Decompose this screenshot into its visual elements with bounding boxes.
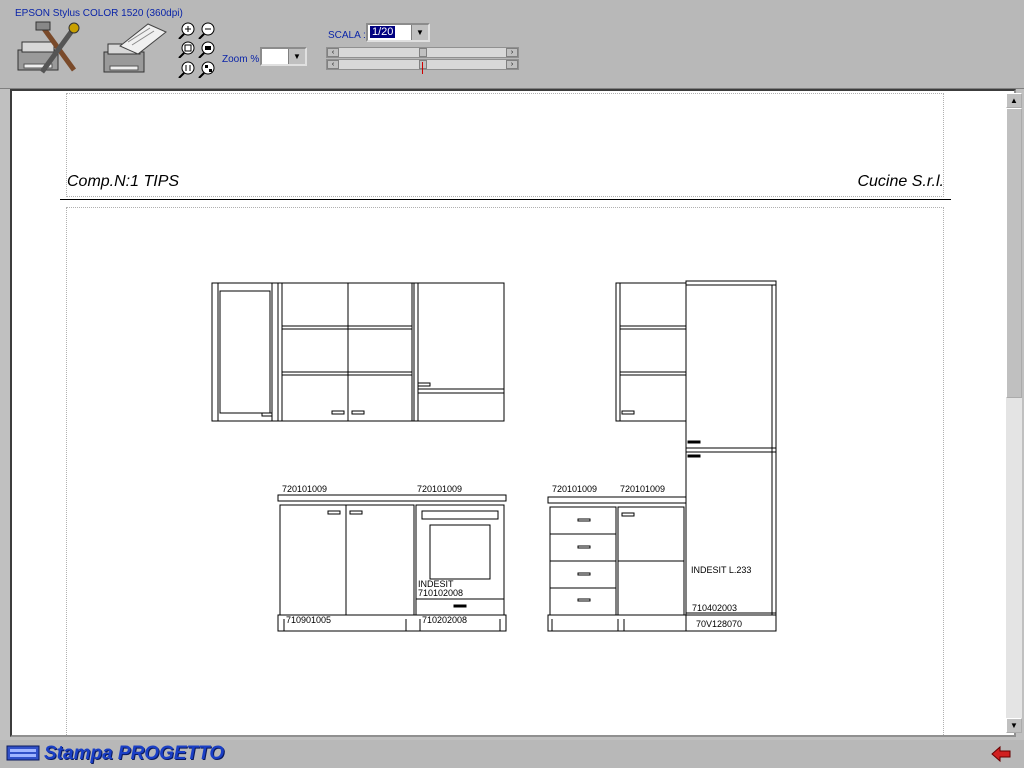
appliance-brand-label: INDESIT L.233 <box>691 565 751 575</box>
wall-unit-glass <box>211 282 279 422</box>
chevron-down-icon[interactable]: ▼ <box>411 25 428 40</box>
toolbar: EPSON Stylus COLOR 1520 (360dpi) Zoom % … <box>0 0 1024 89</box>
zoom-actual-icon[interactable] <box>198 40 216 58</box>
exit-icon[interactable] <box>990 744 1014 764</box>
kitchen-elevation-drawing: 720101009 720101009 720101009 720101009 … <box>211 280 777 632</box>
base-unit-oven <box>415 504 505 616</box>
zoom-fit-icon[interactable] <box>178 40 196 58</box>
slider-left-arrow-icon[interactable]: ‹ <box>327 48 339 57</box>
print-icon <box>103 23 167 73</box>
code-label: 710402003 <box>692 603 737 613</box>
printer-setup-icon <box>17 21 80 74</box>
vertical-scrollbar[interactable]: ▲ ▼ <box>1006 93 1022 733</box>
slider-left-arrow-icon[interactable]: ‹ <box>327 60 339 69</box>
zoom-in-icon[interactable] <box>178 21 196 39</box>
status-bar: Stampa PROGETTO <box>0 740 1024 768</box>
scale-value: 1/20 <box>370 26 396 38</box>
code-label: 710102008 <box>418 588 463 598</box>
slider-thumb[interactable] <box>419 60 427 69</box>
scale-label: SCALA : <box>328 30 366 41</box>
zoom-combo[interactable]: ▼ <box>260 47 307 66</box>
scroll-up-icon[interactable]: ▲ <box>1006 93 1022 108</box>
code-label: 720101009 <box>552 484 597 494</box>
scroll-thumb[interactable] <box>1006 108 1022 398</box>
slider-right-arrow-icon[interactable]: › <box>506 48 518 57</box>
code-label: 70V128070 <box>696 619 742 629</box>
print-preview-area[interactable]: Comp.N:1 TIPS Cucine S.r.l. 720101009 72… <box>10 89 1022 737</box>
zoom-page-icon[interactable] <box>178 60 196 78</box>
zoom-all-icon[interactable] <box>198 60 216 78</box>
slider-thumb[interactable] <box>419 48 427 57</box>
print-button[interactable] <box>98 20 168 82</box>
keyboard-icon <box>6 745 40 761</box>
scale-combo[interactable]: 1/20 ▼ <box>366 23 430 42</box>
print-preview-window: EPSON Stylus COLOR 1520 (360dpi) Zoom % … <box>0 0 1024 768</box>
tall-unit-fridge <box>685 280 777 632</box>
wall-unit-right-shelves <box>615 282 687 422</box>
code-label: 720101009 <box>620 484 665 494</box>
wall-unit-hood <box>413 282 505 422</box>
status-title: Stampa PROGETTO <box>44 743 225 764</box>
code-label: 720101009 <box>417 484 462 494</box>
code-label: 710202008 <box>422 615 467 625</box>
chevron-down-icon[interactable]: ▼ <box>288 49 305 64</box>
wall-unit-open-shelves <box>277 282 415 422</box>
code-label: 710901005 <box>286 615 331 625</box>
base-unit-single-door <box>617 506 685 616</box>
paper-sheet: Comp.N:1 TIPS Cucine S.r.l. 720101009 72… <box>12 91 998 735</box>
scroll-down-icon[interactable]: ▼ <box>1006 718 1022 733</box>
printer-name: EPSON Stylus COLOR 1520 (360dpi) <box>15 8 183 19</box>
zoom-out-icon[interactable] <box>198 21 216 39</box>
slider-right-arrow-icon[interactable]: › <box>506 60 518 69</box>
scale-marker <box>422 62 423 74</box>
horizontal-slider-1[interactable]: ‹ › <box>326 47 519 58</box>
zoom-label: Zoom % <box>222 54 260 65</box>
printer-setup-button[interactable] <box>12 20 82 82</box>
base-unit-drawers <box>547 496 687 632</box>
code-label: 720101009 <box>282 484 327 494</box>
base-unit-double-door <box>277 494 507 632</box>
